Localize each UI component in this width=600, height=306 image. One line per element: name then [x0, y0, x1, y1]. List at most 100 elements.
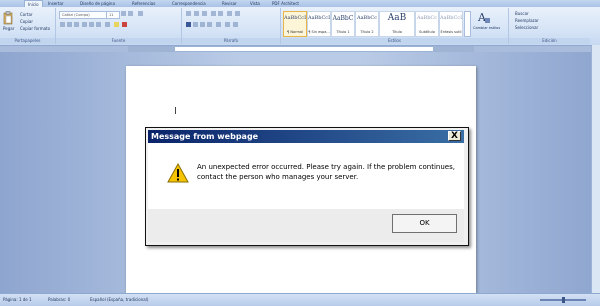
- find-button[interactable]: Buscar: [515, 11, 529, 16]
- group-label-paragraph: Párrafo: [182, 38, 280, 44]
- grow-font-icon[interactable]: [121, 11, 126, 16]
- status-page-count[interactable]: Página: 1 de 1: [3, 294, 32, 306]
- tab-pdf-architect[interactable]: PDF Architect: [272, 0, 299, 7]
- group-label-font: Fuente: [56, 38, 181, 44]
- style-sample: AaB: [387, 13, 407, 23]
- group-styles: AaBbCcDc ¶ Normal AaBbCcDc ¶ Sin espa...…: [281, 8, 509, 44]
- tab-diseno-pagina[interactable]: Diseño de página: [80, 0, 115, 7]
- change-styles-icon[interactable]: A: [477, 10, 491, 24]
- cut-button[interactable]: Cortar: [20, 12, 33, 17]
- style-sample: AaBbCc: [356, 15, 378, 21]
- show-marks-icon[interactable]: [235, 11, 240, 16]
- paste-icon[interactable]: [3, 11, 13, 25]
- dialog-message: An unexpected error occurred. Please try…: [197, 163, 455, 181]
- italic-icon[interactable]: [67, 22, 72, 27]
- style-sample: AaBbCcDc: [440, 15, 462, 21]
- select-button[interactable]: Seleccionar: [515, 25, 538, 30]
- tab-insertar[interactable]: Insertar: [48, 0, 64, 7]
- horizontal-ruler[interactable]: [128, 46, 474, 52]
- underline-icon[interactable]: [74, 22, 79, 27]
- ruler-left-margin: [129, 47, 175, 51]
- style-sample: AaBbCcDc: [308, 15, 330, 21]
- change-case-icon[interactable]: [105, 22, 110, 27]
- styles-more-scroll[interactable]: [464, 11, 471, 37]
- multilevel-list-icon[interactable]: [202, 11, 207, 16]
- style-sample: AaBbCcDc: [284, 15, 306, 21]
- message-dialog: Message from webpage X An unexpected err…: [145, 127, 469, 246]
- copy-button[interactable]: Copiar: [20, 19, 33, 24]
- borders-icon[interactable]: [233, 22, 238, 27]
- style-name: Énfasis sutil: [440, 30, 462, 34]
- style-no-spacing[interactable]: AaBbCcDc ¶ Sin espa...: [307, 11, 331, 37]
- group-label-styles: Estilos: [281, 38, 508, 44]
- font-name-select[interactable]: Calibri (Cuerpo): [59, 11, 107, 19]
- style-name: Título 2: [360, 30, 374, 34]
- dialog-body: An unexpected error occurred. Please try…: [148, 143, 464, 209]
- style-subtle-emphasis[interactable]: AaBbCcDc Énfasis sutil: [439, 11, 463, 37]
- clear-format-icon[interactable]: [138, 11, 143, 16]
- bullets-icon[interactable]: [186, 11, 191, 16]
- ruler-right-margin: [433, 47, 473, 51]
- replace-button[interactable]: Reemplazar: [515, 18, 539, 23]
- style-subtitle[interactable]: AaBbCc Subtítulo: [415, 11, 439, 37]
- paste-button[interactable]: Pegar: [3, 26, 14, 31]
- dialog-title: Message from webpage: [151, 132, 259, 141]
- style-name: Título: [392, 30, 402, 34]
- style-name: ¶ Normal: [286, 30, 303, 34]
- align-center-icon[interactable]: [193, 22, 198, 27]
- group-label-editing: Edición: [509, 38, 590, 44]
- style-normal[interactable]: AaBbCcDc ¶ Normal: [283, 11, 307, 37]
- shrink-font-icon[interactable]: [128, 11, 133, 16]
- numbering-icon[interactable]: [194, 11, 199, 16]
- tab-correspondencia[interactable]: Correspondencia: [172, 0, 206, 7]
- style-sample: AaBbC: [332, 15, 354, 22]
- font-color-icon[interactable]: [122, 22, 127, 27]
- subscript-icon[interactable]: [89, 22, 94, 27]
- strikethrough-icon[interactable]: [82, 22, 87, 27]
- align-left-icon[interactable]: [186, 22, 191, 27]
- style-heading-1[interactable]: AaBbC Título 1: [331, 11, 355, 37]
- text-cursor: [175, 107, 176, 114]
- group-label-clipboard: Portapapeles: [0, 38, 55, 44]
- style-title[interactable]: AaB Título: [379, 11, 415, 37]
- tab-vista[interactable]: Vista: [250, 0, 260, 7]
- ok-button[interactable]: OK: [392, 214, 457, 233]
- close-icon: X: [451, 131, 458, 141]
- tab-revisar[interactable]: Revisar: [222, 0, 237, 7]
- justify-icon[interactable]: [207, 22, 212, 27]
- superscript-icon[interactable]: [96, 22, 101, 27]
- style-name: Título 1: [336, 30, 350, 34]
- highlight-icon[interactable]: [114, 22, 119, 27]
- vertical-scrollbar[interactable]: [591, 45, 600, 293]
- style-sample: AaBbCc: [416, 15, 438, 21]
- line-spacing-icon[interactable]: [216, 22, 221, 27]
- shading-icon[interactable]: [225, 22, 230, 27]
- close-button[interactable]: X: [448, 131, 461, 141]
- sort-icon[interactable]: [227, 11, 232, 16]
- change-styles-button[interactable]: Cambiar estilos: [473, 26, 500, 30]
- status-word-count[interactable]: Palabras: 0: [48, 294, 70, 306]
- ribbon: Pegar Cortar Copiar Copiar formato Porta…: [0, 7, 600, 46]
- group-font: Calibri (Cuerpo) 11 Fuente: [56, 8, 182, 44]
- dialog-title-bar[interactable]: Message from webpage X: [148, 130, 464, 143]
- format-painter-button[interactable]: Copiar formato: [20, 26, 50, 31]
- increase-indent-icon[interactable]: [218, 11, 223, 16]
- dialog-button-area: OK: [148, 209, 464, 242]
- bold-icon[interactable]: [60, 22, 65, 27]
- ribbon-tab-bar: Inicio Insertar Diseño de página Referen…: [0, 0, 600, 7]
- align-right-icon[interactable]: [200, 22, 205, 27]
- style-name: Subtítulo: [419, 30, 435, 34]
- style-name: ¶ Sin espa...: [308, 30, 330, 34]
- group-clipboard: Pegar Cortar Copiar Copiar formato Porta…: [0, 8, 56, 44]
- tab-referencias[interactable]: Referencias: [132, 0, 155, 7]
- tab-inicio[interactable]: Inicio: [24, 0, 43, 7]
- status-bar: Página: 1 de 1 Palabras: 0 Español (Espa…: [0, 293, 600, 306]
- decrease-indent-icon[interactable]: [211, 11, 216, 16]
- warning-icon: [167, 163, 189, 183]
- group-paragraph: Párrafo: [182, 8, 281, 44]
- status-language[interactable]: Español (España, tradicional): [90, 294, 148, 306]
- group-editing: Buscar Reemplazar Seleccionar Edición: [509, 8, 590, 44]
- font-size-select[interactable]: 11: [106, 11, 120, 19]
- style-heading-2[interactable]: AaBbCc Título 2: [355, 11, 379, 37]
- zoom-slider-thumb[interactable]: [562, 297, 565, 303]
